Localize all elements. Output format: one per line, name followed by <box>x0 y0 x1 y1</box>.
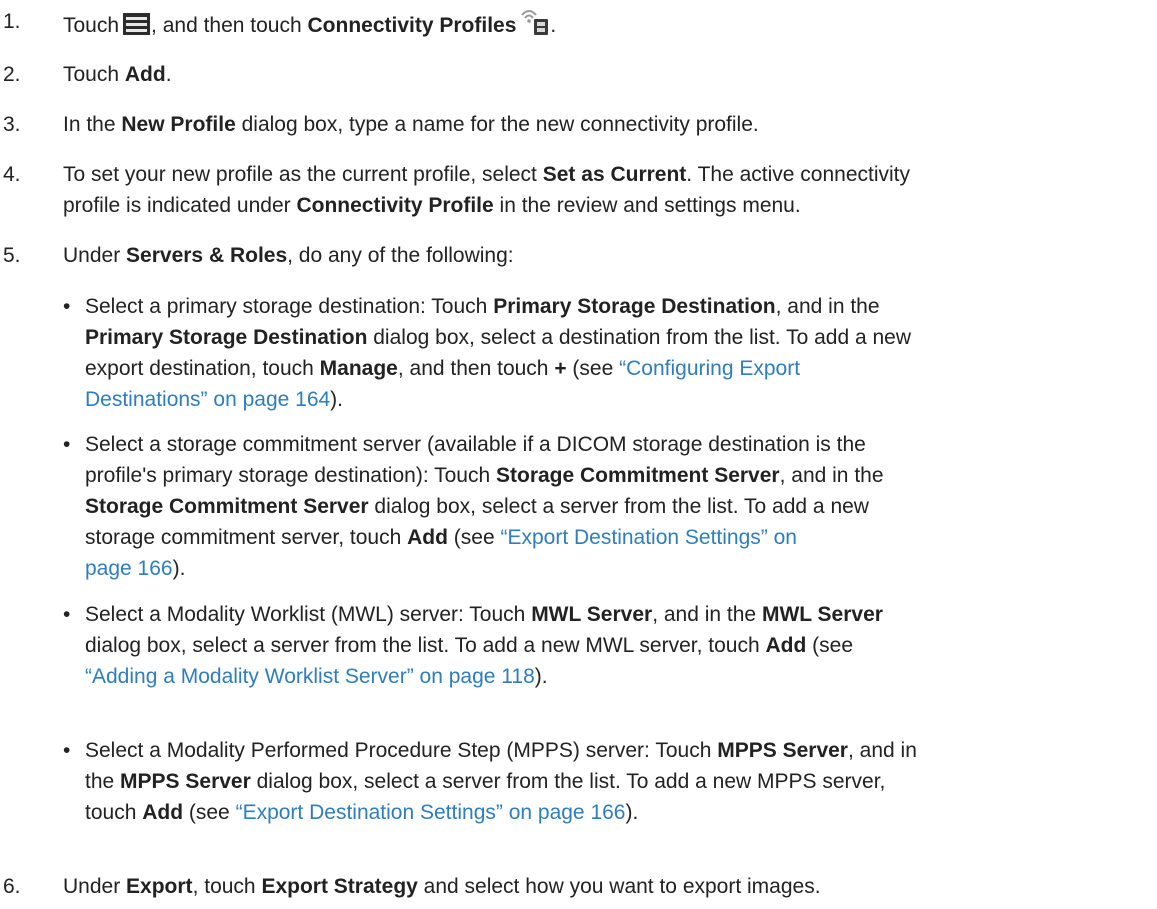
configuring-export-destinations-link[interactable]: “Configuring Export <box>619 357 800 380</box>
bullet-dot: • <box>63 603 71 626</box>
step-text: Touch, and then touch Connectivity Profi… <box>63 6 1143 41</box>
step-number: 2. <box>3 63 21 86</box>
step-text: Touch Add. <box>63 63 172 86</box>
export-destination-settings-link[interactable]: “Export Destination Settings” on <box>501 526 797 549</box>
step-number: 4. <box>3 163 21 186</box>
bullet-text: Select a storage commitment server (avai… <box>85 433 884 580</box>
step-text: To set your new profile as the current p… <box>63 163 911 217</box>
bullet-dot: • <box>63 295 71 318</box>
adding-modality-worklist-server-link[interactable]: “Adding a Modality Worklist Server” on p… <box>85 665 535 688</box>
step-text: Under Servers & Roles, do any of the fol… <box>63 244 514 267</box>
configuring-export-destinations-link[interactable]: Destinations” on page 164 <box>85 388 330 411</box>
bullet-text: Select a Modality Performed Procedure St… <box>85 739 917 824</box>
bullet-dot: • <box>63 433 71 456</box>
bullet-text: Select a primary storage destination: To… <box>85 295 912 411</box>
connectivity-profiles-icon <box>518 6 550 36</box>
bullet-dot: • <box>63 739 71 762</box>
menu-icon <box>123 13 151 35</box>
bullet-text: Select a Modality Worklist (MWL) server:… <box>85 603 883 688</box>
step-text: Under Export, touch Export Strategy and … <box>63 875 821 898</box>
step-number: 5. <box>3 244 21 267</box>
step-text: In the New Profile dialog box, type a na… <box>63 113 759 136</box>
step-number: 1. <box>3 10 21 33</box>
export-destination-settings-link[interactable]: page 166 <box>85 557 173 580</box>
step-number: 6. <box>3 875 21 898</box>
step-number: 3. <box>3 113 21 136</box>
export-destination-settings-link[interactable]: “Export Destination Settings” on page 16… <box>236 801 626 824</box>
